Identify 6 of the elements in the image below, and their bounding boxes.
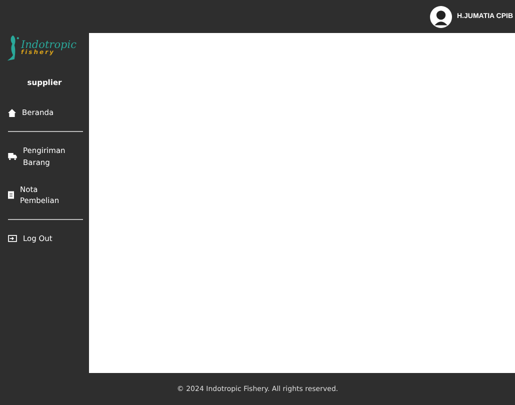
truck-icon [8,153,17,160]
avatar-icon[interactable] [430,6,452,28]
logout-icon [8,235,17,242]
home-icon [8,108,16,117]
receipt-icon [8,191,14,199]
logo-name: Indotropic [21,40,76,50]
